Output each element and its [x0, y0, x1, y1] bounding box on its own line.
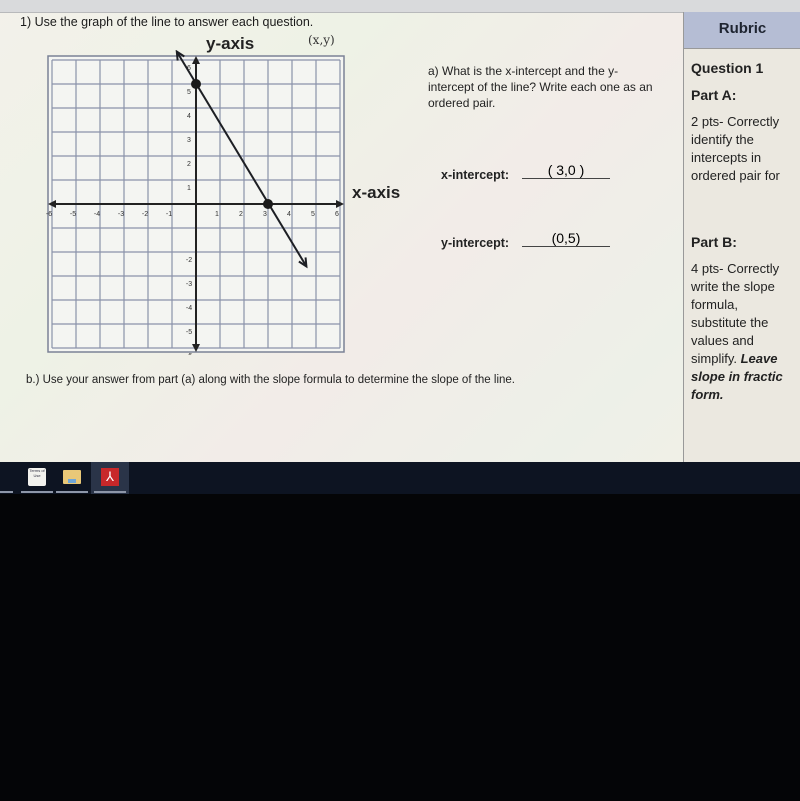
y-intercept-answer[interactable]: (0,5) [522, 230, 610, 247]
rubric-part-a-title: Part A: [691, 87, 737, 103]
y-tick-label: 4 [187, 113, 191, 120]
rubric-emphasis: slope in fractic [691, 369, 783, 384]
rubric-header: Rubric [684, 12, 800, 49]
rubric-line: simplify. Leave [691, 350, 800, 368]
monitor-bezel [0, 494, 800, 801]
x-tick-label: 2 [239, 211, 243, 218]
y-tick-label: 5 [187, 89, 191, 96]
rubric-line: values and [691, 333, 754, 348]
toolbar-strip [0, 0, 800, 13]
rubric-line: form. [691, 386, 800, 404]
y-tick-label: 2 [187, 161, 191, 168]
y-tick-label: -2 [186, 257, 192, 264]
rubric-part-b-title: Part B: [691, 234, 737, 250]
rubric-emphasis: Leave [740, 351, 778, 366]
x-tick-label: 3 [263, 211, 267, 218]
part-a-prompt: a) What is the x-intercept and the y-int… [428, 64, 653, 110]
x-axis-label: x-axis [352, 183, 401, 202]
rubric-line: 2 pts- Correctly [691, 114, 780, 129]
rubric-line: identify the [691, 132, 754, 147]
x-tick-label: -2 [142, 211, 148, 218]
x-intercept-label: x-intercept: [441, 168, 510, 182]
handwritten-xy-note: (x,y) [308, 33, 335, 47]
y-tick-label: -5 [186, 329, 192, 336]
y-tick-label: -4 [186, 305, 192, 312]
rubric-emphasis: form. [691, 387, 724, 402]
rubric-line: slope in fractic [691, 368, 800, 386]
terms-of-use-icon: Terms of Use [28, 468, 46, 486]
y-tick-label: -6 [186, 353, 192, 355]
x-intercept-answer[interactable]: ( 3,0 ) [522, 162, 610, 179]
rubric-question: Question 1 [691, 60, 764, 76]
intercept-point [191, 79, 201, 89]
part-b-prompt: b.) Use your answer from part (a) along … [26, 374, 515, 386]
y-intercept-label: y-intercept: [441, 236, 510, 250]
x-intercept-row: x-intercept: [441, 168, 509, 182]
question-title: 1) Use the graph of the line to answer e… [20, 15, 314, 29]
x-tick-label: -5 [70, 211, 76, 218]
screen: 1) Use the graph of the line to answer e… [0, 0, 800, 462]
taskbar-item-partial[interactable] [0, 462, 16, 494]
y-tick-label: 1 [187, 185, 191, 192]
pdf-reader-icon: ⅄ [101, 468, 119, 486]
y-tick-label: 3 [187, 137, 191, 144]
x-tick-label: -1 [166, 211, 172, 218]
taskbar: Terms of Use ⅄ [0, 462, 800, 494]
rubric-part-a-text: 2 pts- Correctly identify the intercepts… [691, 113, 800, 185]
intercept-point [263, 199, 273, 209]
taskbar-item-file-explorer[interactable] [53, 462, 91, 494]
y-intercept-row: y-intercept: [441, 236, 509, 250]
rubric-panel: Rubric Question 1 Part A: 2 pts- Correct… [683, 12, 800, 462]
y-tick-label: -3 [186, 281, 192, 288]
rubric-line-text: simplify. [691, 351, 741, 366]
x-tick-label: 4 [287, 211, 291, 218]
file-explorer-icon [63, 470, 81, 484]
x-tick-label: 6 [335, 211, 339, 218]
rubric-line: ordered pair for [691, 168, 780, 183]
taskbar-item-terms[interactable]: Terms of Use [18, 462, 56, 494]
x-tick-label: 5 [311, 211, 315, 218]
x-tick-label: -4 [94, 211, 100, 218]
rubric-line: 4 pts- Correctly [691, 261, 780, 276]
x-tick-label: 1 [215, 211, 219, 218]
rubric-line: intercepts in [691, 150, 762, 165]
x-tick-label: -6 [46, 211, 52, 218]
coordinate-graph: -6-5-4-3-2-1123456-6-5-4-3-2123456 [46, 50, 345, 355]
rubric-part-b-text: 4 pts- Correctly write the slope formula… [691, 260, 800, 404]
rubric-line: formula, [691, 297, 738, 312]
rubric-line: substitute the [691, 315, 769, 330]
rubric-line: write the slope [691, 279, 775, 294]
taskbar-item-pdf[interactable]: ⅄ [91, 462, 129, 494]
x-tick-label: -3 [118, 211, 124, 218]
